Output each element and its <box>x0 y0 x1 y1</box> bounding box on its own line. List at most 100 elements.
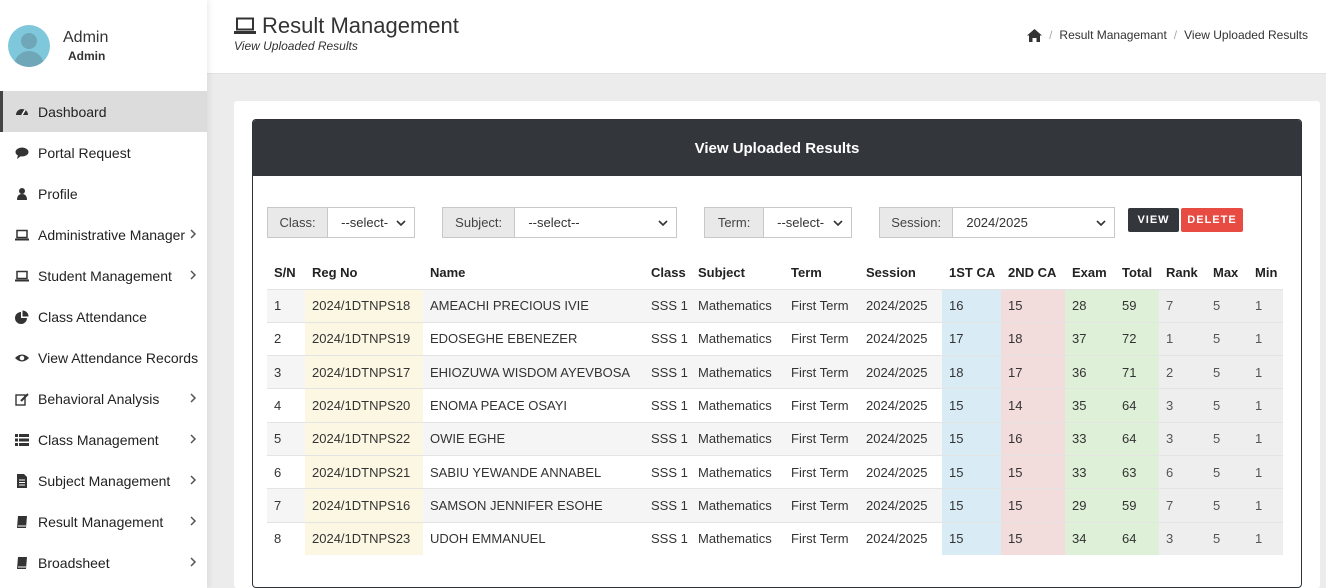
cell-rank: 7 <box>1159 488 1206 523</box>
chevron-down-icon <box>658 220 668 227</box>
pie-chart-icon <box>15 310 29 324</box>
subject-filter: Subject: --select-- <box>442 207 677 238</box>
cell-reg: 2024/1DTNPS20 <box>305 388 423 423</box>
column-header-exam: Exam <box>1072 264 1107 280</box>
cell-total: 59 <box>1115 288 1159 323</box>
cell-term: First Term <box>784 521 859 556</box>
sidebar-item-profile[interactable]: Profile <box>0 173 207 214</box>
table-row: 1 2024/1DTNPS18 AMEACHI PRECIOUS IVIE SSS 1… <box>267 288 1283 323</box>
cell-exam: 33 <box>1065 421 1115 456</box>
delete-button[interactable]: DELETE <box>1181 208 1243 232</box>
table-row: 4 2024/1DTNPS20 ENOMA PEACE OSAYI SSS 1 Math… <box>267 388 1283 423</box>
sidebar-item-label: Profile <box>38 185 78 202</box>
cell-ca2: 14 <box>1001 388 1065 423</box>
cell-min: 1 <box>1248 454 1283 489</box>
cell-rank: 3 <box>1159 388 1206 423</box>
user-panel: Admin Admin <box>0 0 207 91</box>
cell-exam: 35 <box>1065 388 1115 423</box>
column-header-rank: Rank <box>1166 264 1198 280</box>
chevron-right-icon <box>190 434 197 444</box>
cell-reg: 2024/1DTNPS18 <box>305 288 423 323</box>
sidebar-item-administrative-manager[interactable]: Administrative Manager <box>0 214 207 255</box>
subject-select[interactable]: --select-- <box>515 208 676 237</box>
table-header-row: S/N Reg No Name Class Subject Term Session 1ST … <box>267 256 1283 289</box>
cell-sn: 2 <box>267 321 305 356</box>
table-row: 7 2024/1DTNPS16 SAMSON JENNIFER ESOHE SSS 1… <box>267 488 1283 523</box>
breadcrumb-result-management[interactable]: Result Managemant <box>1059 28 1166 42</box>
sidebar-item-label: Administrative Manager <box>38 226 186 243</box>
sidebar: Admin Admin Dashboard Portal Request Profi… <box>0 0 207 588</box>
sidebar-item-behavioral-analysis[interactable]: Behavioral Analysis <box>0 378 207 419</box>
sidebar-item-class-management[interactable]: Class Management <box>0 419 207 460</box>
sidebar-item-dashboard[interactable]: Dashboard <box>0 91 207 132</box>
cell-max: 5 <box>1206 355 1248 389</box>
cell-ca2: 15 <box>1001 488 1065 523</box>
table-row: 8 2024/1DTNPS23 UDOH EMMANUEL SSS 1 Mathemat… <box>267 521 1283 556</box>
cell-class: SSS 1 <box>644 355 691 389</box>
cell-rank: 3 <box>1159 421 1206 456</box>
table-row: 3 2024/1DTNPS17 EHIOZUWA WISDOM AYEVBOSA SS… <box>267 355 1283 389</box>
filter-bar: Class: --select- Subject: --select-- Ter… <box>267 207 1287 238</box>
view-button[interactable]: VIEW <box>1128 208 1179 232</box>
column-header-max: Max <box>1213 264 1239 280</box>
cell-reg: 2024/1DTNPS23 <box>305 521 423 556</box>
book-icon <box>15 515 29 529</box>
column-header-reg: Reg No <box>312 264 358 280</box>
sidebar-item-portal-request[interactable]: Portal Request <box>0 132 207 173</box>
cell-class: SSS 1 <box>644 388 691 423</box>
cell-min: 1 <box>1248 488 1283 523</box>
card-title: View Uploaded Results <box>253 120 1301 176</box>
table-row: 2 2024/1DTNPS19 EDOSEGHE EBENEZER SSS 1 Math… <box>267 321 1283 356</box>
cell-rank: 6 <box>1159 454 1206 489</box>
laptop-icon <box>15 269 29 283</box>
cell-subject: Mathematics <box>691 521 784 556</box>
cell-class: SSS 1 <box>644 488 691 523</box>
cell-max: 5 <box>1206 488 1248 523</box>
page-subtitle: View Uploaded Results <box>234 39 358 53</box>
cell-subject: Mathematics <box>691 488 784 523</box>
cell-class: SSS 1 <box>644 288 691 323</box>
breadcrumb-current: View Uploaded Results <box>1184 28 1308 42</box>
cell-ca1: 15 <box>942 421 1001 456</box>
cell-rank: 2 <box>1159 355 1206 389</box>
chevron-right-icon <box>190 393 197 403</box>
session-select[interactable]: 2024/2025 <box>953 208 1114 237</box>
cell-ca1: 18 <box>942 355 1001 389</box>
sidebar-item-result-management[interactable]: Result Management <box>0 501 207 542</box>
cell-min: 1 <box>1248 521 1283 556</box>
cell-max: 5 <box>1206 521 1248 556</box>
cell-total: 64 <box>1115 388 1159 423</box>
page-header: Result Management View Uploaded Results … <box>207 0 1326 74</box>
sidebar-item-subject-management[interactable]: Subject Management <box>0 460 207 501</box>
cell-name: EDOSEGHE EBENEZER <box>423 321 644 356</box>
cell-name: OWIE EGHE <box>423 421 644 456</box>
sidebar-item-broadsheet[interactable]: Broadsheet <box>0 542 207 583</box>
cell-sn: 4 <box>267 388 305 423</box>
column-header-session: Session <box>866 264 916 280</box>
cell-exam: 37 <box>1065 321 1115 356</box>
chevron-right-icon <box>190 557 197 567</box>
sidebar-item-label: View Attendance Records <box>38 349 199 366</box>
cell-session: 2024/2025 <box>859 521 942 556</box>
cell-ca1: 15 <box>942 521 1001 556</box>
class-select[interactable]: --select- <box>328 208 414 237</box>
cell-exam: 36 <box>1065 355 1115 389</box>
page-title: Result Management <box>234 13 459 39</box>
cell-max: 5 <box>1206 454 1248 489</box>
sidebar-item-class-attendance[interactable]: Class Attendance <box>0 296 207 337</box>
sidebar-item-view-attendance-records[interactable]: View Attendance Records <box>0 337 207 378</box>
cell-subject: Mathematics <box>691 388 784 423</box>
page-title-text: Result Management <box>262 13 459 38</box>
term-select[interactable]: --select- <box>764 208 851 237</box>
cell-term: First Term <box>784 388 859 423</box>
cell-max: 5 <box>1206 421 1248 456</box>
cell-min: 1 <box>1248 355 1283 389</box>
cell-min: 1 <box>1248 321 1283 356</box>
home-icon[interactable] <box>1027 28 1043 42</box>
cell-total: 64 <box>1115 421 1159 456</box>
breadcrumb: / Result Managemant / View Uploaded Resu… <box>1027 28 1308 42</box>
cell-reg: 2024/1DTNPS16 <box>305 488 423 523</box>
session-filter: Session: 2024/2025 <box>879 207 1115 238</box>
sidebar-item-student-management[interactable]: Student Management <box>0 255 207 296</box>
class-filter: Class: --select- <box>267 207 415 238</box>
